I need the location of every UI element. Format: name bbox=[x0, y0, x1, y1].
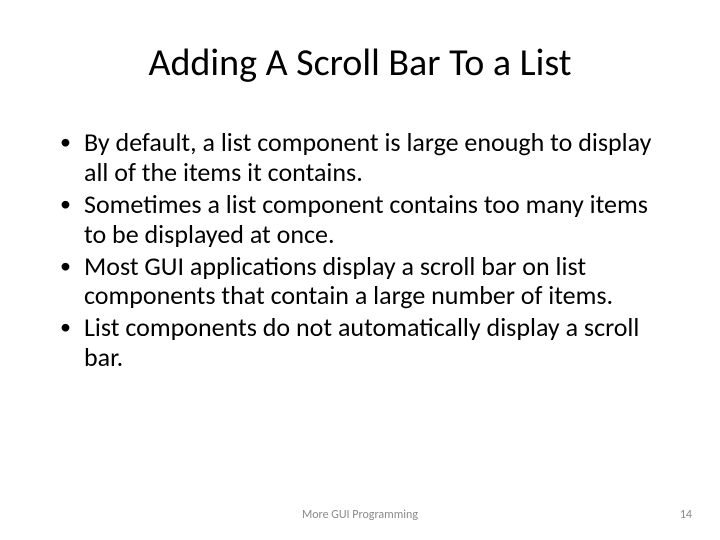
list-item: By default, a list component is large en… bbox=[60, 128, 670, 188]
slide-title: Adding A Scroll Bar To a List bbox=[50, 40, 670, 86]
page-number: 14 bbox=[680, 508, 692, 522]
list-item: Most GUI applications display a scroll b… bbox=[60, 252, 670, 312]
slide: Adding A Scroll Bar To a List By default… bbox=[0, 0, 720, 540]
list-item: List components do not automatically dis… bbox=[60, 313, 670, 373]
list-item: Sometimes a list component contains too … bbox=[60, 190, 670, 250]
bullet-list: By default, a list component is large en… bbox=[50, 128, 670, 373]
footer-label: More GUI Programming bbox=[0, 508, 720, 522]
